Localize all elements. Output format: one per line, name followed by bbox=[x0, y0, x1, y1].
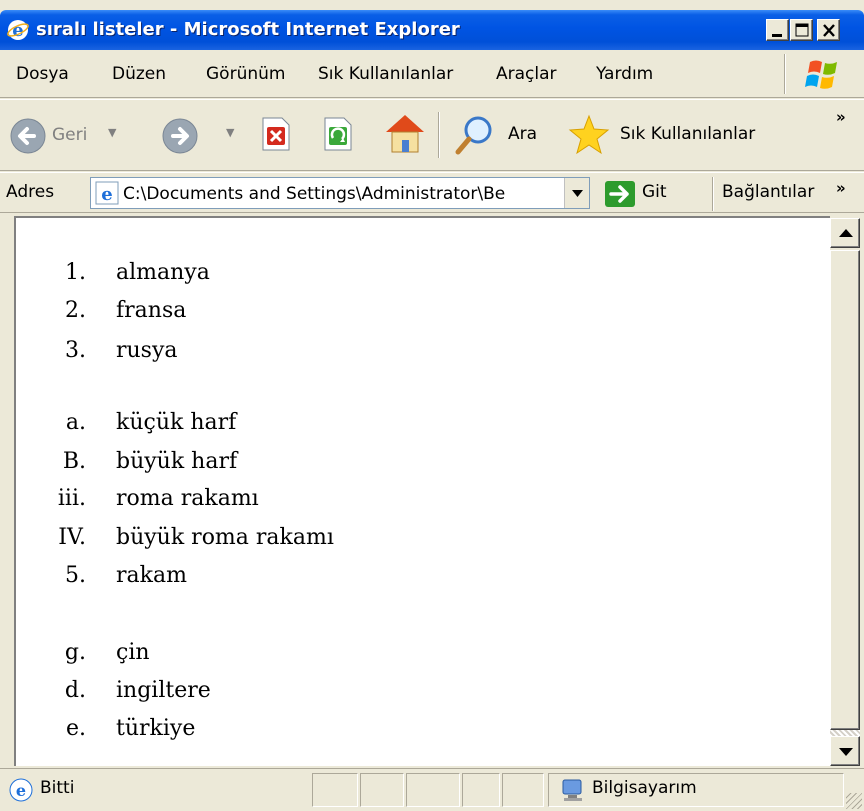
links-more-icon[interactable]: » bbox=[836, 179, 846, 197]
search-icon bbox=[455, 116, 492, 155]
status-pane bbox=[502, 773, 544, 807]
menu-gorunum[interactable]: Görünüm bbox=[206, 64, 285, 84]
list-text: türkiye bbox=[116, 716, 196, 741]
forward-arrow-icon bbox=[162, 118, 198, 154]
list-marker: 2. bbox=[65, 298, 86, 323]
window-title: sıralı listeler - Microsoft Internet Exp… bbox=[36, 19, 460, 40]
list-text: çin bbox=[116, 640, 150, 665]
list-text: fransa bbox=[116, 298, 187, 323]
home-button[interactable] bbox=[382, 110, 428, 156]
chevron-up-icon bbox=[839, 229, 853, 237]
status-pane bbox=[462, 773, 500, 807]
zone-label: Bilgisayarım bbox=[592, 778, 697, 798]
links-divider bbox=[712, 177, 714, 211]
status-pane bbox=[406, 773, 460, 807]
address-value: C:\Documents and Settings\Administrator\… bbox=[123, 184, 506, 204]
toolbar-separator bbox=[438, 112, 440, 158]
forward-dropdown-icon[interactable]: ▼ bbox=[226, 126, 234, 139]
refresh-button[interactable] bbox=[320, 114, 360, 156]
favorites-label: Sık Kullanılanlar bbox=[620, 124, 756, 144]
close-button[interactable] bbox=[817, 19, 840, 41]
chevron-down-icon bbox=[839, 748, 853, 756]
menu-dosya[interactable]: Dosya bbox=[16, 64, 69, 84]
computer-icon bbox=[562, 779, 582, 801]
list-marker: IV. bbox=[58, 525, 86, 550]
list-text: büyük harf bbox=[116, 449, 238, 474]
list-text: küçük harf bbox=[116, 410, 237, 435]
back-dropdown-icon[interactable]: ▼ bbox=[108, 126, 116, 139]
list-marker: d. bbox=[64, 678, 86, 703]
home-icon bbox=[386, 115, 424, 153]
list-text: büyük roma rakamı bbox=[116, 525, 334, 550]
list-marker: iii. bbox=[57, 486, 86, 511]
refresh-icon bbox=[324, 117, 352, 151]
scroll-down-button[interactable] bbox=[830, 736, 860, 766]
list-marker: 3. bbox=[65, 338, 86, 363]
menu-duzen[interactable]: Düzen bbox=[112, 64, 166, 84]
back-arrow-icon bbox=[10, 118, 46, 154]
status-pane bbox=[312, 773, 358, 807]
list-marker: 1. bbox=[65, 260, 86, 285]
address-label: Adres bbox=[6, 182, 55, 202]
list-text: rakam bbox=[116, 563, 187, 588]
close-icon bbox=[823, 24, 835, 37]
toolbar-more-icon[interactable]: » bbox=[836, 108, 846, 126]
back-label: Geri bbox=[52, 125, 88, 145]
go-arrow-icon[interactable] bbox=[604, 180, 636, 208]
menu-bar: Dosya Düzen Görünüm Sık Kullanılanlar Ar… bbox=[0, 50, 864, 98]
svg-text:e: e bbox=[101, 184, 112, 205]
stop-icon bbox=[262, 117, 290, 151]
list-marker: a. bbox=[65, 410, 86, 435]
links-button[interactable]: Bağlantılar bbox=[722, 182, 814, 202]
search-label: Ara bbox=[508, 124, 538, 144]
status-text: Bitti bbox=[40, 778, 75, 798]
resize-grip[interactable] bbox=[846, 793, 862, 809]
menu-sik-kullanilanlar[interactable]: Sık Kullanılanlar bbox=[318, 64, 453, 84]
ie-page-icon: e bbox=[9, 778, 33, 802]
vertical-scrollbar[interactable] bbox=[830, 218, 862, 766]
list-marker: e. bbox=[65, 716, 86, 741]
windows-logo-icon bbox=[805, 60, 837, 89]
list-text: ingiltere bbox=[116, 678, 211, 703]
maximize-icon bbox=[795, 23, 809, 37]
star-icon bbox=[568, 114, 610, 155]
menu-yardim[interactable]: Yardım bbox=[596, 64, 653, 84]
page-icon: e bbox=[95, 181, 119, 205]
menu-divider bbox=[784, 54, 786, 94]
back-button[interactable]: Geri ▼ bbox=[8, 114, 148, 156]
scroll-up-button[interactable] bbox=[830, 218, 860, 248]
status-pane bbox=[360, 773, 404, 807]
search-button[interactable]: Ara bbox=[452, 112, 548, 158]
list-text: roma rakamı bbox=[116, 486, 259, 511]
standard-toolbar: Geri ▼ ▼ Ara Sık Kullanılanlar » bbox=[0, 99, 864, 171]
list-text: almanya bbox=[116, 260, 210, 285]
svg-text:e: e bbox=[16, 781, 26, 800]
address-input[interactable]: e C:\Documents and Settings\Administrato… bbox=[90, 177, 590, 209]
list-marker: 5. bbox=[65, 563, 86, 588]
status-bar: e Bitti Bilgisayarım bbox=[0, 768, 864, 811]
favorites-button[interactable]: Sık Kullanılanlar bbox=[566, 112, 786, 158]
list-text: rusya bbox=[116, 338, 178, 363]
list-marker: B. bbox=[62, 449, 86, 474]
chevron-down-icon bbox=[572, 190, 583, 197]
ie-logo-icon: e bbox=[7, 20, 29, 41]
ie-window: e sıralı listeler - Microsoft Internet E… bbox=[0, 0, 864, 811]
svg-text:e: e bbox=[12, 20, 23, 41]
page-content: 1. almanya 2. fransa 3. rusya a. küçük h… bbox=[14, 216, 830, 766]
minimize-button[interactable] bbox=[766, 19, 789, 41]
list-marker: g. bbox=[64, 640, 86, 665]
go-label[interactable]: Git bbox=[642, 182, 667, 202]
address-bar: Adres e C:\Documents and Settings\Admini… bbox=[0, 172, 864, 213]
menu-araclar[interactable]: Araçlar bbox=[496, 64, 557, 84]
scroll-thumb[interactable] bbox=[830, 250, 860, 730]
maximize-button[interactable] bbox=[790, 19, 813, 41]
stop-button[interactable] bbox=[258, 114, 298, 156]
address-dropdown-button[interactable] bbox=[564, 178, 589, 208]
minimize-icon bbox=[772, 34, 782, 37]
forward-button[interactable]: ▼ bbox=[160, 114, 240, 156]
title-bar[interactable]: e sıralı listeler - Microsoft Internet E… bbox=[0, 10, 864, 50]
